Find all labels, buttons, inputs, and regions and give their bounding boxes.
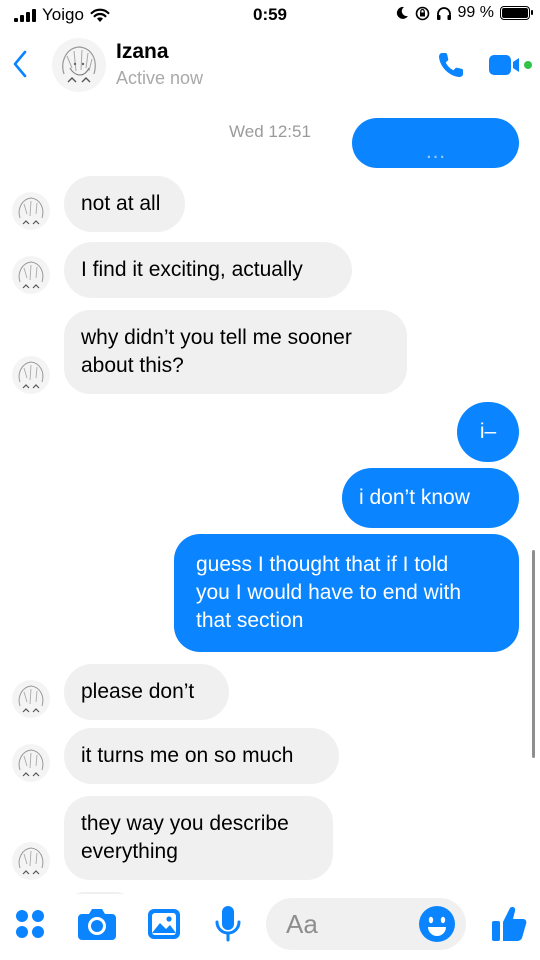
contact-name[interactable]: Izana [116,40,169,64]
message-bubble-received[interactable]: why didn’t you tell me sooner about this… [64,310,407,394]
message-text: not at all [81,192,161,215]
message-bubble-received[interactable]: they way you describe everything [64,796,333,880]
avatar[interactable] [12,842,50,880]
message-bubble-received[interactable]: not at all [64,176,185,232]
message-text: they way you describe everything [81,812,289,863]
apps-grid-icon[interactable] [10,894,50,954]
message-bubble-received[interactable]: please don’t [64,664,229,720]
moon-icon [396,6,408,19]
avatar[interactable] [12,680,50,718]
message-input[interactable] [286,906,416,942]
phone-icon[interactable] [436,50,466,80]
scrollbar[interactable] [532,550,535,758]
contact-avatar[interactable] [52,38,106,92]
message-composer [0,894,540,960]
battery-percent: 99 % [457,4,494,21]
avatar[interactable] [12,192,50,230]
avatar[interactable] [12,256,50,294]
headphones-icon [436,6,451,20]
timestamp: Wed 12:51 [229,122,311,141]
camera-icon[interactable] [74,894,120,954]
message-text: i don’t know [359,486,470,509]
emoji-icon[interactable] [418,905,456,943]
message-text: i– [479,420,497,443]
message-text: … [425,140,446,163]
thumbs-up-icon[interactable] [486,894,532,954]
message-input-container[interactable] [266,898,466,950]
battery-fill [502,8,528,18]
message-bubble-received[interactable]: I find it exciting, actually [64,242,352,298]
message-bubble-received[interactable]: it turns me on so much [64,728,339,784]
message-bubble-sent[interactable]: i– [457,402,519,462]
avatar[interactable] [12,356,50,394]
message-text: guess I thought that if I told you I wou… [196,553,462,632]
avatar[interactable] [12,744,50,782]
microphone-icon[interactable] [210,894,246,954]
status-right: 99 % [395,4,533,22]
message-text: why didn’t you tell me sooner about this… [81,326,352,377]
gallery-icon[interactable] [144,894,184,954]
battery-icon [500,6,533,20]
message-text: it turns me on so much [81,744,294,767]
conversation-header: Izana Active now [0,32,540,104]
video-camera-icon[interactable] [488,52,534,78]
orientation-lock-icon [415,6,429,20]
status-bar: Yoigo 0:59 99 % [0,0,540,30]
contact-active-status: Active now [116,68,204,88]
back-chevron-icon[interactable] [8,48,32,80]
message-text: I find it exciting, actually [81,258,303,281]
message-list[interactable]: … Wed 12:51 not at all I find it excitin… [0,104,540,894]
message-bubble-sent[interactable]: i don’t know [342,468,519,528]
message-text: please don’t [81,680,195,703]
message-bubble-sent[interactable]: guess I thought that if I told you I wou… [174,534,519,652]
